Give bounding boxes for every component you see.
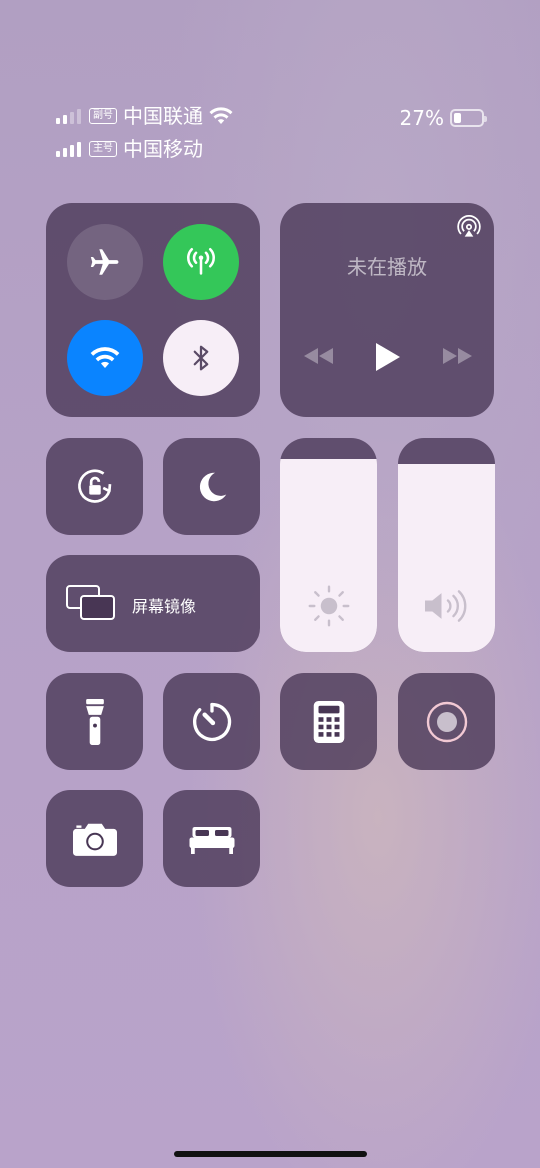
airplane-mode-button[interactable] — [67, 224, 143, 300]
screen-mirroring-icon — [66, 585, 115, 620]
media-player-panel: 未在播放 — [280, 203, 494, 417]
sim1-status: 主号 中国移动 — [56, 137, 203, 161]
fast-forward-icon[interactable] — [442, 348, 472, 364]
airplane-icon — [90, 249, 119, 275]
play-icon[interactable] — [376, 343, 400, 371]
wifi-icon — [90, 347, 120, 368]
volume-slider[interactable] — [398, 438, 495, 652]
battery-icon — [450, 109, 487, 127]
now-playing-title: 未在播放 — [347, 255, 427, 279]
battery-percent: 27% — [399, 106, 444, 130]
bluetooth-button[interactable] — [163, 320, 239, 396]
flashlight-icon — [85, 698, 104, 745]
sim1-signal-icon — [56, 141, 81, 157]
speaker-icon — [424, 590, 466, 622]
screen-mirroring-button[interactable]: 屏幕镜像 — [46, 555, 260, 652]
cellular-data-button[interactable] — [163, 224, 239, 300]
airplay-icon[interactable] — [456, 215, 482, 241]
sim1-carrier: 中国移动 — [123, 137, 203, 161]
antenna-icon — [187, 247, 215, 275]
wifi-status-icon — [209, 107, 233, 124]
camera-button[interactable] — [46, 790, 143, 887]
timer-button[interactable] — [163, 673, 260, 770]
screen-mirroring-label: 屏幕镜像 — [132, 597, 197, 616]
brightness-slider[interactable] — [280, 438, 377, 652]
wifi-button[interactable] — [67, 320, 143, 396]
do-not-disturb-button[interactable] — [163, 438, 260, 535]
rewind-icon[interactable] — [304, 348, 334, 364]
timer-icon — [192, 702, 231, 741]
sim2-status: 副号 中国联通 — [56, 104, 233, 128]
camera-icon — [72, 823, 117, 856]
calculator-button[interactable] — [280, 673, 377, 770]
connectivity-panel — [46, 203, 260, 417]
sleep-button[interactable] — [163, 790, 260, 887]
sim1-tag: 主号 — [89, 141, 117, 157]
flashlight-button[interactable] — [46, 673, 143, 770]
bed-icon — [189, 826, 234, 854]
sun-icon — [308, 585, 349, 627]
calculator-icon — [313, 700, 344, 743]
battery-status: 27% — [399, 106, 487, 130]
home-indicator[interactable] — [174, 1151, 367, 1157]
sim2-tag: 副号 — [89, 108, 117, 124]
screen-record-button[interactable] — [398, 673, 495, 770]
sim2-carrier: 中国联通 — [123, 104, 203, 128]
bluetooth-icon — [193, 345, 209, 371]
record-icon — [426, 701, 467, 742]
rotation-lock-icon — [77, 468, 111, 503]
moon-icon — [199, 472, 226, 501]
rotation-lock-button[interactable] — [46, 438, 143, 535]
sim2-signal-icon — [56, 108, 81, 124]
